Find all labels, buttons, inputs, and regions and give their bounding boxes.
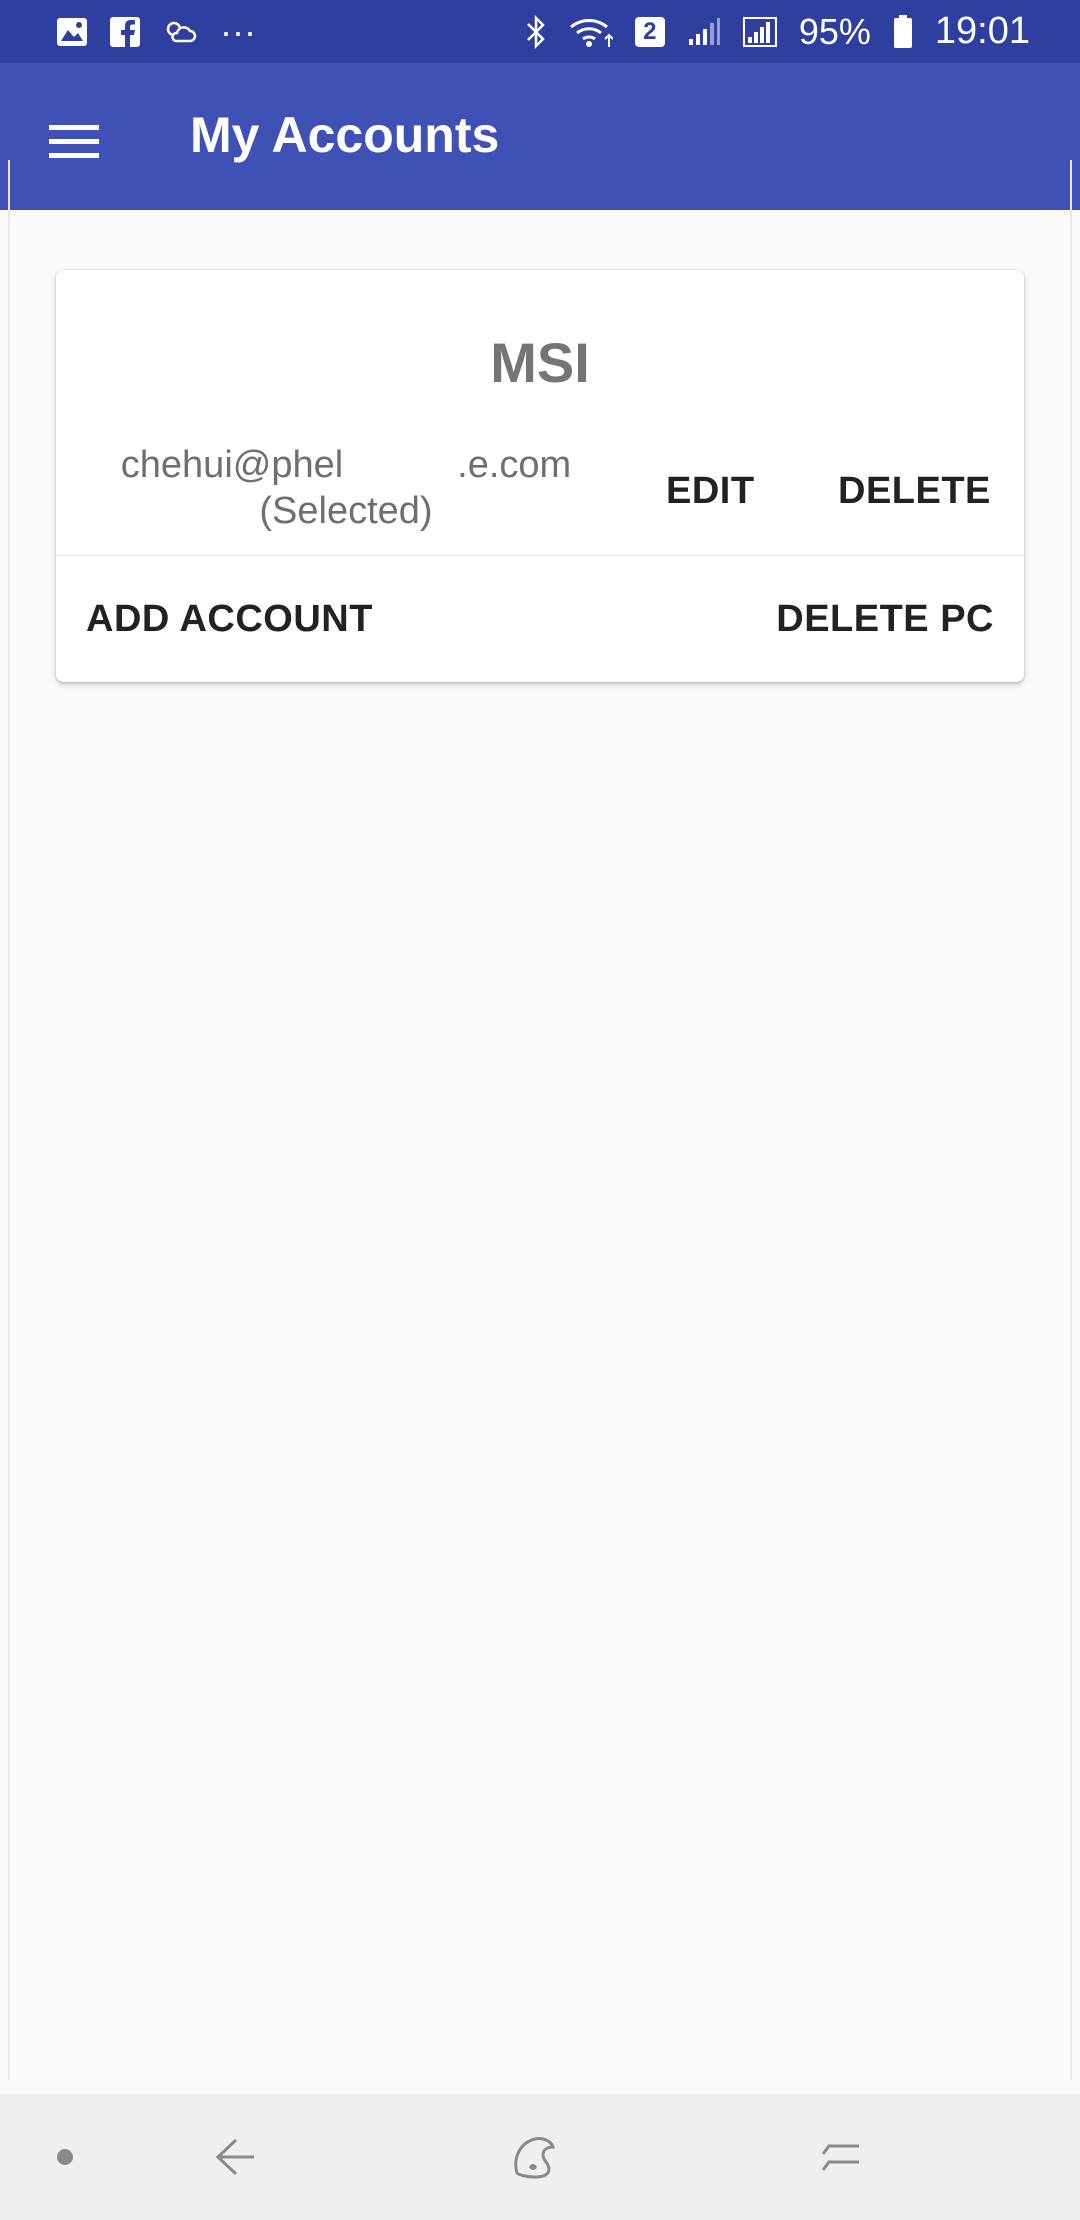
pc-name: MSI	[490, 331, 590, 394]
pc-card: MSI chehui@phel .e.com (Selected) EDIT D…	[56, 270, 1024, 682]
scroll-edge-right	[1070, 160, 1072, 2080]
card-divider	[56, 555, 1024, 556]
page-title: My Accounts	[190, 107, 500, 163]
weather-icon	[162, 12, 198, 52]
hamburger-menu-button[interactable]	[32, 99, 116, 183]
back-icon	[215, 2138, 254, 2176]
edit-button[interactable]: EDIT	[666, 470, 755, 513]
bluetooth-icon	[525, 12, 547, 52]
status-left: ···	[56, 11, 256, 53]
signal-icon	[687, 12, 721, 52]
recents-icon	[821, 2144, 859, 2171]
delete-button[interactable]: DELETE	[838, 470, 991, 513]
add-account-button[interactable]: ADD ACCOUNT	[86, 598, 373, 641]
app-bar: My Accounts	[0, 63, 1080, 210]
badge-count: 2	[643, 17, 657, 45]
gallery-icon	[56, 12, 88, 52]
clock: 19:01	[934, 10, 1030, 52]
home-dot-button[interactable]	[30, 2122, 100, 2192]
notification-count-badge: 2	[634, 12, 665, 52]
hamburger-menu-icon	[49, 125, 99, 158]
more-notifications-dots: ···	[220, 10, 256, 52]
navigation-bar	[0, 2094, 1080, 2220]
status-bar: ··· 2 95% 19:01	[0, 0, 1080, 63]
facebook-icon	[110, 12, 140, 52]
home-button[interactable]	[500, 2122, 570, 2192]
battery-percent: 95%	[798, 10, 871, 52]
recents-button[interactable]	[805, 2122, 875, 2192]
wifi-icon	[569, 12, 613, 52]
signal-icon	[742, 12, 777, 52]
home-dot-icon	[57, 2149, 73, 2165]
scroll-edge-left	[8, 160, 10, 2080]
battery-icon	[893, 12, 913, 52]
account-info: chehui@phel .e.com (Selected)	[96, 442, 596, 534]
account-email: chehui@phel .e.com	[120, 444, 572, 486]
delete-pc-button[interactable]: DELETE PC	[776, 598, 994, 641]
screen: ··· 2 95% 19:01 My Accounts MSI chehui@p…	[0, 0, 1080, 2220]
account-selected-status: (Selected)	[259, 490, 433, 532]
back-button[interactable]	[200, 2122, 270, 2192]
home-icon	[514, 2137, 556, 2179]
status-right: 2 95% 19:01	[525, 10, 1030, 53]
